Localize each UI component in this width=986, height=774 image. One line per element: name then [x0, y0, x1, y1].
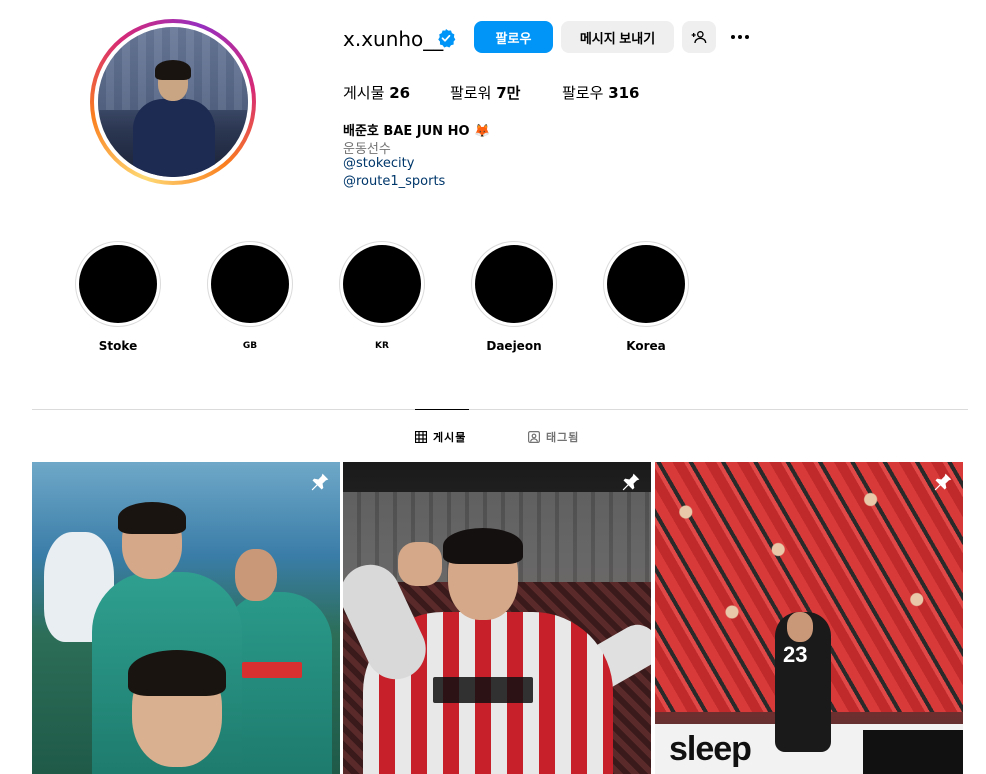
- pin-icon: [622, 473, 640, 491]
- post-image-sponsor: [242, 662, 302, 678]
- stat-following-value: 316: [608, 84, 640, 102]
- post-image-player-head: [787, 612, 813, 642]
- highlight-label: Korea: [626, 339, 666, 353]
- highlight-cover: [75, 241, 161, 327]
- pin-icon: [311, 473, 329, 491]
- active-tab-indicator: [415, 409, 469, 410]
- post-image-jersey-number: 23: [783, 642, 808, 667]
- profile-avatar[interactable]: [90, 19, 256, 185]
- stat-followers-value: 7만: [496, 84, 521, 102]
- stat-following[interactable]: 팔로우 316: [562, 82, 640, 103]
- highlight-korea[interactable]: Korea: [603, 241, 689, 353]
- highlight-label: GB: [242, 341, 258, 351]
- verified-badge-icon: [438, 29, 456, 48]
- tab-tagged[interactable]: 태그됨: [528, 429, 579, 445]
- bio-name: 배준호 BAE JUN HO 🦊: [343, 124, 491, 139]
- post-image-board-panel: [863, 730, 963, 774]
- stat-posts[interactable]: 게시물 26: [343, 82, 410, 103]
- post-image-fist: [398, 542, 442, 586]
- post-image-player-hair: [118, 502, 186, 534]
- add-user-button[interactable]: [682, 21, 716, 53]
- add-user-icon: [691, 31, 707, 44]
- highlight-kr[interactable]: KR: [339, 241, 425, 351]
- tagged-icon: [528, 431, 540, 443]
- tabs-divider: [32, 409, 968, 410]
- tab-posts[interactable]: 게시물: [415, 429, 466, 445]
- follow-button[interactable]: 팔로우: [474, 21, 553, 53]
- avatar-gap: [94, 23, 252, 181]
- highlight-cover: [603, 241, 689, 327]
- post-image-player-hair: [443, 528, 523, 564]
- post-image-sponsor: [433, 677, 533, 703]
- bio-link-route1-sports[interactable]: @route1_sports: [343, 174, 445, 189]
- post-image-teammate-head: [235, 549, 277, 601]
- highlight-label: Daejeon: [486, 339, 542, 353]
- post-image-child-hair: [128, 650, 226, 696]
- tab-tagged-label: 태그됨: [546, 431, 580, 444]
- highlight-cover: [471, 241, 557, 327]
- highlight-gb[interactable]: GB: [207, 241, 293, 351]
- post-thumbnail[interactable]: [32, 462, 340, 774]
- profile-username: x.xunho__: [343, 27, 444, 51]
- stat-followers[interactable]: 팔로워 7만: [450, 82, 520, 103]
- pin-icon: [934, 473, 952, 491]
- post-image-board-text: sleep: [669, 730, 752, 768]
- bio-link-stokecity[interactable]: @stokecity: [343, 156, 414, 171]
- message-button[interactable]: 메시지 보내기: [561, 21, 674, 53]
- highlight-cover: [339, 241, 425, 327]
- stat-posts-value: 26: [389, 84, 411, 102]
- highlight-label: KR: [375, 341, 389, 351]
- post-thumbnail[interactable]: sleep 23: [655, 462, 963, 774]
- avatar-person-body: [133, 99, 215, 177]
- stat-followers-label: 팔로워: [450, 84, 492, 102]
- more-options-icon[interactable]: [727, 27, 753, 47]
- stat-following-label: 팔로우: [562, 84, 604, 102]
- avatar-person-hair: [155, 60, 191, 80]
- post-thumbnail[interactable]: [343, 462, 651, 774]
- bio-category: 운동선수: [343, 142, 391, 157]
- highlight-stoke[interactable]: Stoke: [75, 241, 161, 353]
- highlight-cover: [207, 241, 293, 327]
- highlight-daejeon[interactable]: Daejeon: [471, 241, 557, 353]
- tab-posts-label: 게시물: [433, 431, 467, 444]
- grid-icon: [415, 431, 427, 443]
- highlight-label: Stoke: [98, 339, 138, 353]
- avatar-photo: [98, 27, 248, 177]
- stat-posts-label: 게시물: [343, 84, 385, 102]
